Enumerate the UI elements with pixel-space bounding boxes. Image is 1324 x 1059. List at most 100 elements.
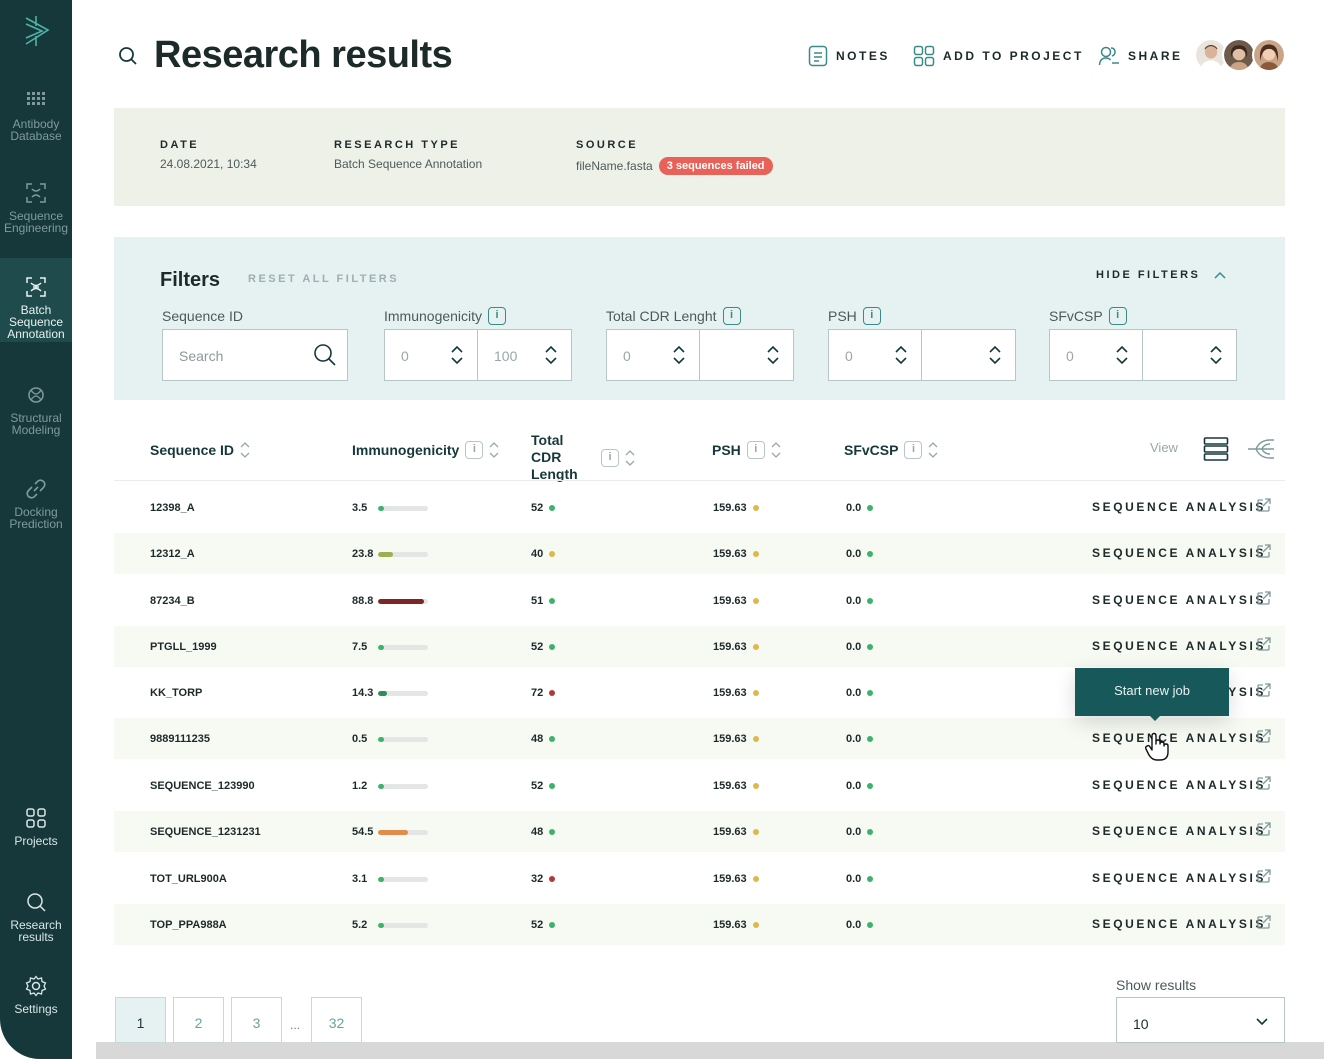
sequence-id-cell[interactable]: 12312_A	[150, 548, 195, 560]
sequence-id-cell[interactable]: SEQUENCE_1231231	[150, 826, 261, 838]
table-row[interactable]: TOP_PPA988A 5.2 52 159.63 0.0 SEQUENCE ANALYS…	[114, 904, 1285, 945]
stepper-icon[interactable]	[1116, 344, 1128, 366]
table-row[interactable]: 12312_A 23.8 40 159.63 0.0 SEQUENCE ANALYSIS	[114, 533, 1285, 574]
external-link-icon[interactable]	[1256, 775, 1272, 791]
column-header-psh[interactable]: PSH i	[712, 440, 781, 460]
sequence-analysis-link[interactable]: SEQUENCE ANALYSIS	[1092, 500, 1266, 514]
sequence-analysis-link[interactable]: SEQUENCE ANALYSIS	[1092, 639, 1266, 653]
sort-icon[interactable]	[489, 440, 499, 460]
column-header-immunogenicity[interactable]: Immunogenicity i	[352, 440, 499, 460]
sidebar-item-docking-prediction[interactable]: Docking Prediction	[0, 478, 72, 530]
external-link-icon[interactable]	[1256, 543, 1272, 559]
column-header-sequence-id[interactable]: Sequence ID	[150, 440, 250, 460]
column-header-sfvcsp[interactable]: SFvCSP i	[844, 440, 938, 460]
stepper-icon[interactable]	[989, 344, 1001, 366]
sequence-analysis-link[interactable]: SEQUENCE ANALYSIS	[1092, 546, 1266, 560]
status-badge[interactable]: 3 sequences failed	[658, 157, 773, 175]
add-to-project-button[interactable]: ADD TO PROJECT	[913, 45, 1084, 67]
sequence-id-search-input[interactable]: Search	[163, 330, 347, 380]
sidebar-item-antibody-database[interactable]: Antibody Database	[0, 90, 72, 142]
external-link-icon[interactable]	[1256, 497, 1272, 513]
stepper-icon[interactable]	[673, 344, 685, 366]
list-view-icon[interactable]	[1203, 436, 1229, 462]
stepper-icon[interactable]	[1210, 344, 1222, 366]
page-button[interactable]: 2	[173, 997, 224, 1043]
sequence-analysis-link[interactable]: SEQUENCE ANALYSIS	[1092, 871, 1266, 885]
sequence-id-cell[interactable]: TOT_URL900A	[150, 873, 227, 885]
tree-view-icon[interactable]	[1246, 436, 1276, 462]
sequence-analysis-link[interactable]: SEQUENCE ANALYSIS	[1092, 731, 1266, 745]
start-new-job-tooltip[interactable]: Start new job	[1075, 668, 1229, 716]
psh-max-input[interactable]	[922, 330, 1015, 380]
source-file-link[interactable]: fileName.fasta	[576, 159, 653, 173]
external-link-icon[interactable]	[1256, 590, 1272, 606]
table-row[interactable]: PTGLL_1999 7.5 52 159.63 0.0 SEQUENCE ANALYSI…	[114, 626, 1285, 667]
hide-filters-button[interactable]: HIDE FILTERS	[1096, 269, 1226, 281]
external-link-icon[interactable]	[1256, 728, 1272, 744]
info-icon[interactable]: i	[601, 448, 619, 467]
sidebar-item-projects[interactable]: Projects	[0, 807, 72, 847]
info-icon[interactable]: i	[904, 441, 923, 459]
external-link-icon[interactable]	[1256, 868, 1272, 884]
show-results-select[interactable]: 10	[1116, 997, 1285, 1043]
external-link-icon[interactable]	[1256, 636, 1272, 652]
stepper-icon[interactable]	[451, 344, 463, 366]
immunogenicity-max-input[interactable]: 100	[478, 330, 571, 380]
table-row[interactable]: 9889111235 0.5 48 159.63 0.0 SEQUENCE ANALYSI…	[114, 718, 1285, 759]
stepper-icon[interactable]	[545, 344, 557, 366]
avatar[interactable]	[1222, 38, 1256, 72]
notes-button[interactable]: NOTES	[808, 45, 890, 67]
sort-icon[interactable]	[928, 440, 938, 460]
cdr-max-input[interactable]	[700, 330, 793, 380]
sequence-analysis-link[interactable]: SEQUENCE ANALYSIS	[1092, 824, 1266, 838]
info-icon[interactable]: i	[1108, 307, 1127, 325]
sequence-analysis-link[interactable]: SEQUENCE ANALYSIS	[1092, 778, 1266, 792]
sequence-id-cell[interactable]: SEQUENCE_123990	[150, 780, 255, 792]
page-button[interactable]: 1	[115, 997, 166, 1043]
info-icon[interactable]: i	[746, 441, 765, 459]
stepper-icon[interactable]	[895, 344, 907, 366]
avatar[interactable]	[1252, 38, 1286, 72]
sequence-id-cell[interactable]: KK_TORP	[150, 687, 202, 699]
cdr-min-input[interactable]: 0	[607, 330, 700, 380]
table-row[interactable]: TOT_URL900A 3.1 32 159.63 0.0 SEQUENCE ANALYS…	[114, 858, 1285, 899]
sort-icon[interactable]	[625, 448, 635, 468]
table-row[interactable]: 87234_B 88.8 51 159.63 0.0 SEQUENCE ANALYSIS	[114, 580, 1285, 621]
sequence-id-cell[interactable]: PTGLL_1999	[150, 641, 217, 653]
collaborator-avatars[interactable]	[1194, 38, 1286, 74]
info-icon[interactable]: i	[488, 307, 507, 325]
page-button[interactable]: 32	[311, 997, 362, 1043]
sidebar-item-sequence-engineering[interactable]: Sequence Engineering	[0, 182, 72, 234]
sidebar-item-structural-modeling[interactable]: Structural Modeling	[0, 384, 72, 436]
sort-icon[interactable]	[240, 440, 250, 460]
sort-icon[interactable]	[771, 440, 781, 460]
external-link-icon[interactable]	[1256, 682, 1272, 698]
share-button[interactable]: SHARE	[1098, 45, 1183, 67]
sfvcsp-min-input[interactable]: 0	[1050, 330, 1143, 380]
sidebar-item-research-results[interactable]: Research results	[0, 891, 72, 943]
sequence-id-cell[interactable]: 87234_B	[150, 595, 195, 607]
sequence-id-cell[interactable]: TOP_PPA988A	[150, 919, 227, 931]
sequence-analysis-link[interactable]: SEQUENCE ANALYSIS	[1092, 593, 1266, 607]
external-link-icon[interactable]	[1256, 914, 1272, 930]
info-icon[interactable]: i	[465, 441, 484, 459]
reset-all-filters-link[interactable]: RESET ALL FILTERS	[248, 273, 399, 285]
info-icon[interactable]: i	[862, 307, 881, 325]
sidebar-item-batch-sequence-annotation[interactable]: Batch Sequence Annotation	[0, 258, 72, 342]
immunogenicity-min-input[interactable]: 0	[385, 330, 478, 380]
page-button[interactable]: 3	[231, 997, 282, 1043]
table-row[interactable]: SEQUENCE_123990 1.2 52 159.63 0.0 SEQUENCE AN…	[114, 765, 1285, 806]
info-icon[interactable]: i	[722, 307, 741, 325]
sequence-id-cell[interactable]: 9889111235	[150, 733, 210, 745]
sequence-id-cell[interactable]: 12398_A	[150, 502, 195, 514]
sfvcsp-max-input[interactable]	[1143, 330, 1236, 380]
sidebar-item-settings[interactable]: Settings	[0, 975, 72, 1015]
column-header-total-cdr-length[interactable]: Total CDR Length i	[531, 432, 635, 483]
table-row[interactable]: SEQUENCE_1231231 54.5 48 159.63 0.0 SEQUENCE …	[114, 811, 1285, 852]
logo-icon[interactable]	[22, 14, 52, 48]
search-icon[interactable]	[118, 46, 138, 66]
stepper-icon[interactable]	[767, 344, 779, 366]
external-link-icon[interactable]	[1256, 821, 1272, 837]
table-row[interactable]: 12398_A 3.5 52 159.63 0.0 SEQUENCE ANALYSIS	[114, 487, 1285, 528]
psh-min-input[interactable]: 0	[829, 330, 922, 380]
